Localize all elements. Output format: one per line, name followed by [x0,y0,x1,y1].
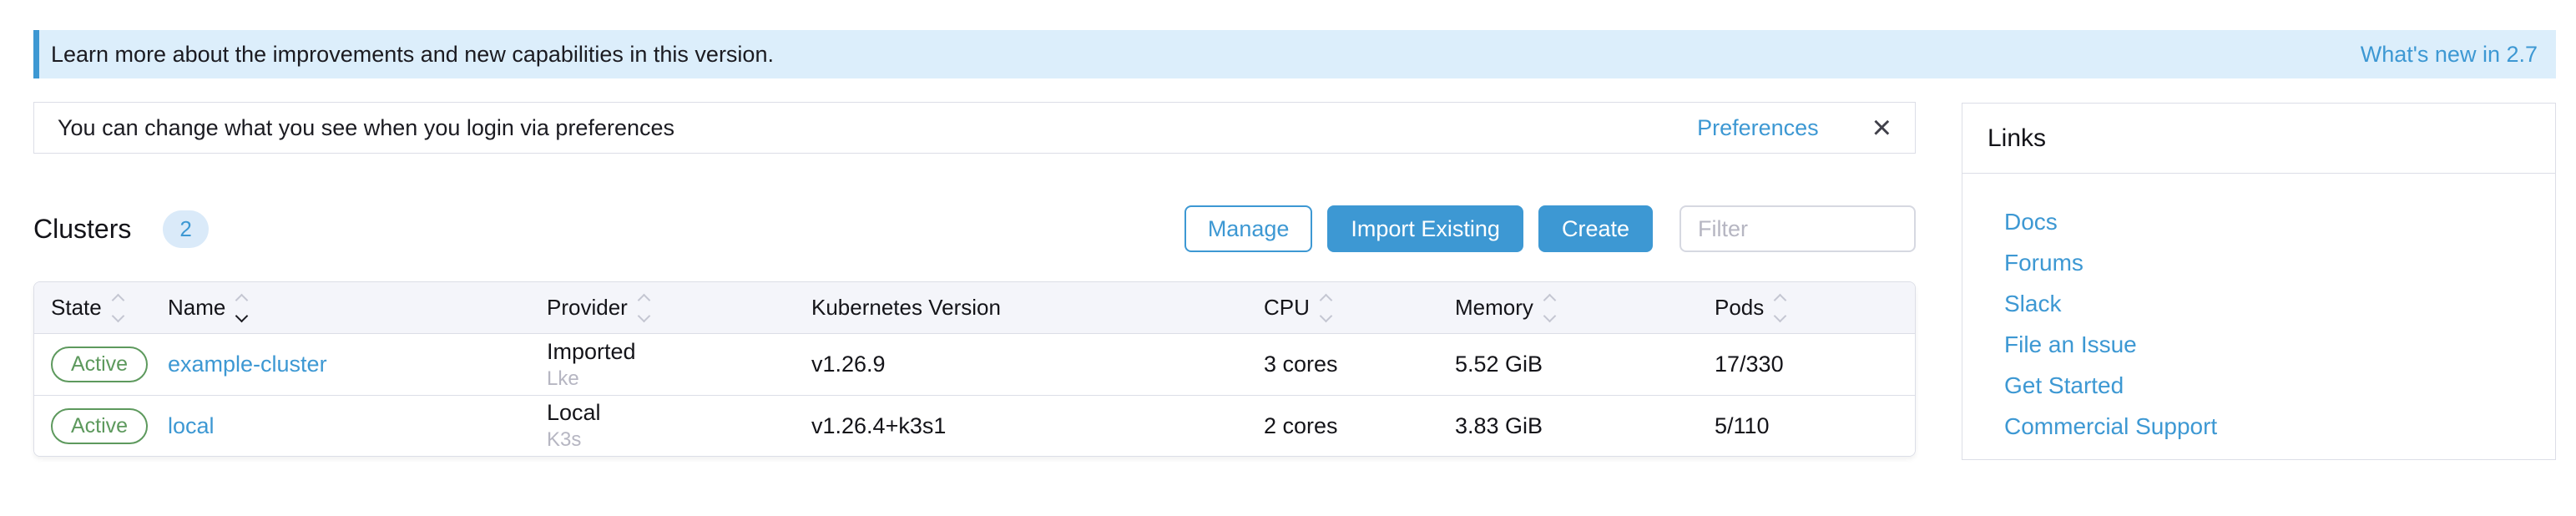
preferences-link[interactable]: Preferences [1697,115,1819,141]
list-item: Forums [2004,250,2555,276]
state-cell: Active [51,408,168,444]
links-panel-title: Links [1962,104,2555,174]
forums-link[interactable]: Forums [2004,250,2084,276]
import-existing-button[interactable]: Import Existing [1327,205,1523,252]
sort-carets-icon [114,296,123,321]
column-header-memory[interactable]: Memory [1455,295,1715,321]
state-cell: Active [51,347,168,382]
provider-distro: Lke [547,367,811,391]
status-badge: Active [51,347,148,382]
name-cell: local [168,413,547,439]
sort-carets-icon [639,296,649,321]
links-list: Docs Forums Slack File an Issue Get Star… [1962,174,2555,440]
column-header-state[interactable]: State [51,295,168,321]
filter-input[interactable] [1679,205,1916,252]
sort-carets-icon [1321,296,1331,321]
pods-cell: 5/110 [1715,413,1915,439]
provider-name: Local [547,400,811,426]
list-item: Docs [2004,209,2555,235]
column-header-provider[interactable]: Provider [547,295,811,321]
column-header-kubernetes-version: Kubernetes Version [811,295,1264,321]
list-item: Get Started [2004,372,2555,399]
list-item: Commercial Support [2004,413,2555,440]
list-item: Slack [2004,291,2555,317]
cluster-link[interactable]: example-cluster [168,352,327,377]
cluster-link[interactable]: local [168,413,215,438]
clusters-table: State Name Provider Kubernetes Version C… [33,281,1916,457]
sort-carets-icon [1775,296,1785,321]
close-icon[interactable]: × [1872,111,1892,144]
status-badge: Active [51,408,148,444]
links-panel: Links Docs Forums Slack File an Issue Ge… [1962,103,2556,460]
version-banner: Learn more about the improvements and ne… [33,30,2556,78]
manage-button[interactable]: Manage [1184,205,1313,252]
provider-cell: Imported Lke [547,339,811,391]
provider-name: Imported [547,339,811,365]
clusters-header: Clusters 2 Manage Import Existing Create [33,203,1916,255]
cluster-count-badge: 2 [163,210,208,248]
memory-cell: 3.83 GiB [1455,413,1715,439]
whats-new-link[interactable]: What's new in 2.7 [2361,42,2538,68]
docs-link[interactable]: Docs [2004,209,2058,235]
kubernetes-version-cell: v1.26.9 [811,352,1264,377]
list-item: File an Issue [2004,331,2555,358]
get-started-link[interactable]: Get Started [2004,372,2124,398]
pods-cell: 17/330 [1715,352,1915,377]
table-row: Active local Local K3s v1.26.4+k3s1 2 co… [34,395,1915,456]
column-header-pods[interactable]: Pods [1715,295,1915,321]
provider-cell: Local K3s [547,400,811,452]
cpu-cell: 2 cores [1264,413,1455,439]
cpu-cell: 3 cores [1264,352,1455,377]
table-row: Active example-cluster Imported Lke v1.2… [34,334,1915,395]
kubernetes-version-cell: v1.26.4+k3s1 [811,413,1264,439]
commercial-support-link[interactable]: Commercial Support [2004,413,2217,439]
preferences-banner: You can change what you see when you log… [33,102,1916,154]
preferences-banner-text: You can change what you see when you log… [58,115,674,141]
slack-link[interactable]: Slack [2004,291,2061,316]
table-header-row: State Name Provider Kubernetes Version C… [34,282,1915,334]
file-an-issue-link[interactable]: File an Issue [2004,331,2137,357]
provider-distro: K3s [547,428,811,452]
version-banner-text: Learn more about the improvements and ne… [51,42,774,68]
sort-carets-icon [1545,296,1554,321]
sort-carets-icon [237,296,246,321]
create-button[interactable]: Create [1538,205,1653,252]
memory-cell: 5.52 GiB [1455,352,1715,377]
page-title: Clusters [33,214,131,245]
column-header-cpu[interactable]: CPU [1264,295,1455,321]
column-header-name[interactable]: Name [168,295,547,321]
name-cell: example-cluster [168,352,547,377]
